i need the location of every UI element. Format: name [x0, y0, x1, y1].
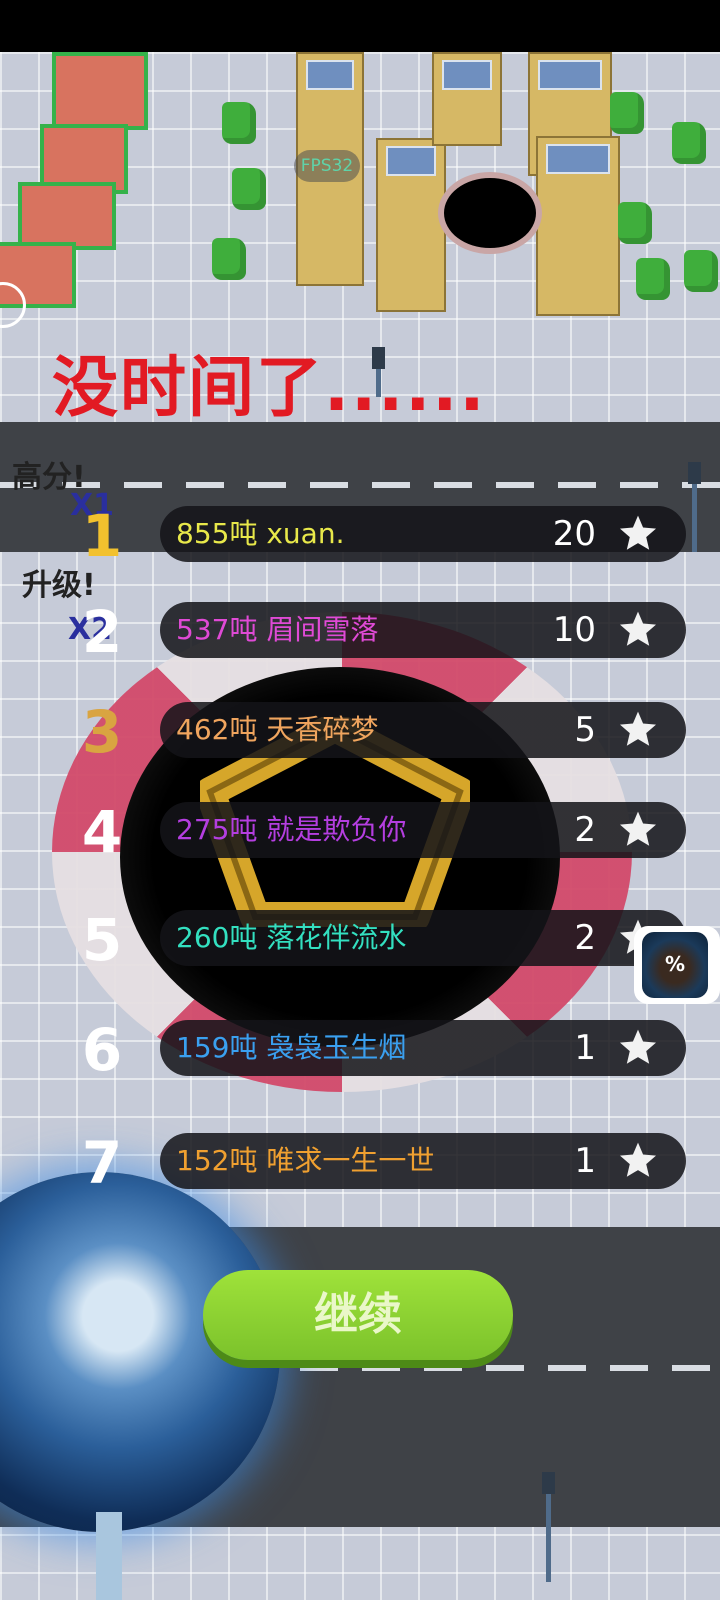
player-name: 537吨 眉间雪落 [176, 613, 379, 646]
player-name: 260吨 落花伴流水 [176, 921, 407, 954]
planet-stand [96, 1512, 122, 1600]
tree [672, 122, 706, 164]
tree [212, 238, 246, 280]
player-hole-preview [438, 172, 542, 254]
rank-number: 7 [81, 1129, 123, 1197]
percent-icon: % [664, 952, 686, 976]
star-count: 2 [574, 810, 596, 850]
leaderboard-row: 462吨 天香碎梦 5 [160, 702, 686, 758]
leaderboard-row: 159吨 袅袅玉生烟 1 [160, 1020, 686, 1076]
star-icon [619, 611, 657, 646]
tree [610, 92, 644, 134]
rank-number: 6 [81, 1016, 123, 1084]
leaderboard-row: 855吨 xuan. 20 [160, 506, 686, 562]
tree [636, 258, 670, 300]
rank-number: 1 [81, 502, 123, 570]
building [536, 136, 620, 316]
tree [684, 250, 718, 292]
star-count: 1 [574, 1141, 596, 1181]
time-up-title: 没时间了...... [52, 349, 487, 426]
continue-button[interactable]: 继续 [203, 1270, 513, 1360]
star-icon [619, 515, 657, 550]
building [52, 52, 148, 130]
street-lamp [542, 1472, 555, 1582]
rank-number: 4 [81, 798, 123, 866]
building [18, 182, 116, 250]
street-lamp [688, 462, 701, 552]
skin-thumbnail: % [642, 932, 708, 998]
player-name: 855吨 xuan. [176, 517, 345, 550]
player-name: 152吨 唯求一生一世 [176, 1144, 435, 1177]
leaderboard-row: 260吨 落花伴流水 2 [160, 910, 686, 966]
player-name: 159吨 袅袅玉生烟 [176, 1031, 407, 1064]
tree [222, 102, 256, 144]
rank-number: 3 [81, 698, 123, 766]
player-name: 462吨 天香碎梦 [176, 713, 379, 746]
leaderboard-row: 152吨 唯求一生一世 1 [160, 1133, 686, 1189]
skin-shop-button[interactable]: % [634, 926, 720, 1004]
player-name: 275吨 就是欺负你 [176, 813, 407, 846]
status-bar [0, 0, 720, 52]
building [376, 138, 446, 312]
star-icon [619, 711, 657, 746]
building [432, 52, 502, 146]
tree [618, 202, 652, 244]
tree [232, 168, 266, 210]
star-count: 2 [574, 918, 596, 958]
star-icon [619, 1029, 657, 1064]
fps-counter: FPS32 [294, 150, 360, 182]
star-count: 10 [552, 610, 596, 650]
rank-number: 5 [81, 906, 123, 974]
leaderboard-row: 537吨 眉间雪落 10 [160, 602, 686, 658]
rank-number: 2 [81, 598, 123, 666]
leaderboard-row: 275吨 就是欺负你 2 [160, 802, 686, 858]
star-icon [619, 1142, 657, 1177]
star-count: 20 [552, 514, 596, 554]
star-count: 1 [574, 1028, 596, 1068]
star-icon [619, 811, 657, 846]
star-count: 5 [574, 710, 596, 750]
